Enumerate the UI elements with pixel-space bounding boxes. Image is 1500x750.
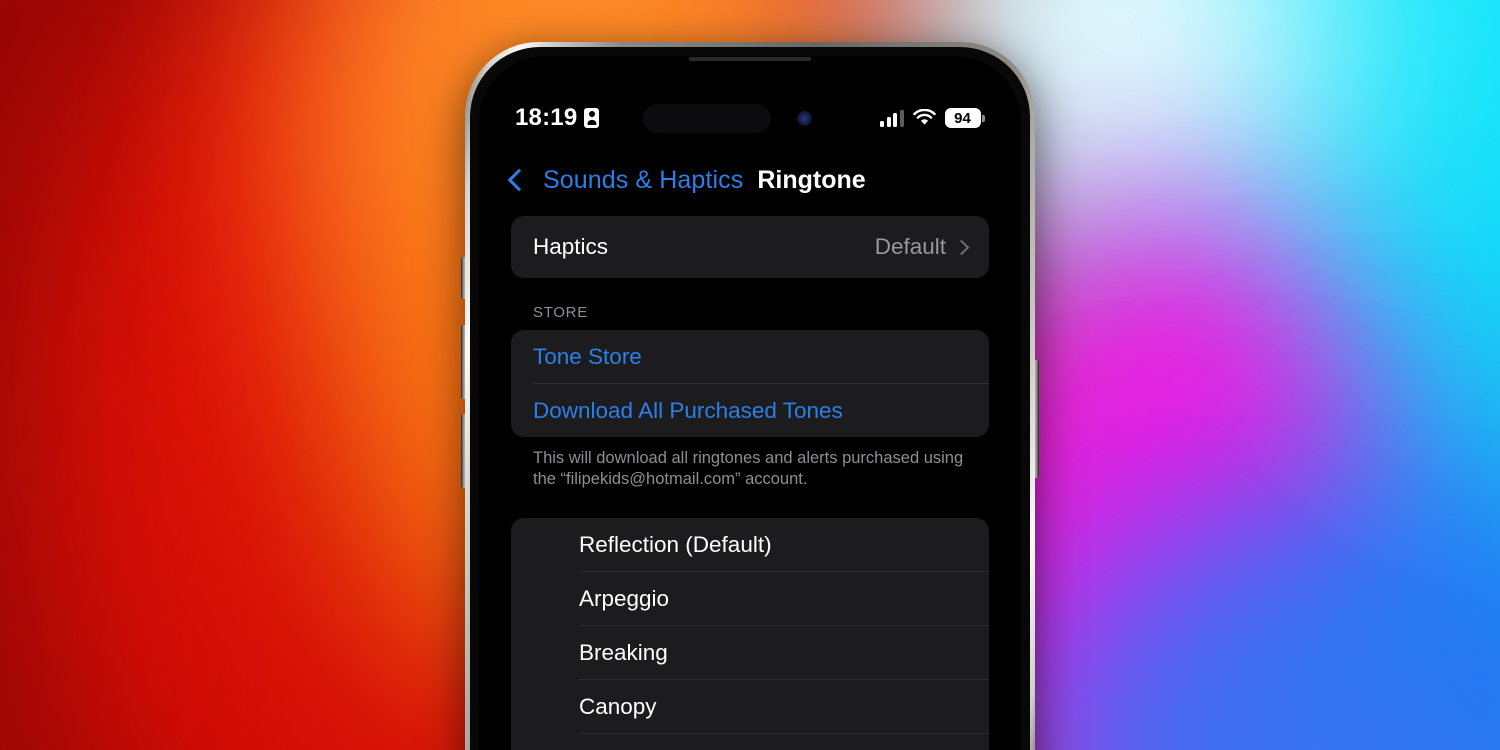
haptics-value-group: Default (874, 234, 970, 260)
chevron-left-icon[interactable] (507, 168, 531, 192)
download-purchased-tones-row[interactable]: Download All Purchased Tones (511, 384, 989, 437)
tone-label: Canopy (579, 693, 657, 719)
back-button-label[interactable]: Sounds & Haptics (543, 166, 743, 195)
status-bar: 18:19 94 (479, 96, 1021, 140)
tone-store-row[interactable]: Tone Store (511, 330, 989, 383)
wallpaper-blob-blue (1200, 470, 1500, 750)
haptics-label: Haptics (533, 234, 609, 259)
wallpaper-blob-blue-2 (1080, 640, 1500, 750)
store-footnote: This will download all ringtones and ale… (533, 449, 964, 488)
device-bezel: 18:19 94 Sounds & Haptics Ringtone Hapti… (470, 47, 1030, 750)
navigation-bar: Sounds & Haptics Ringtone (479, 156, 1021, 204)
list-item[interactable]: Arpeggio (511, 572, 989, 625)
portrait-lock-icon (584, 108, 600, 128)
status-bar-time: 18:19 (515, 104, 578, 131)
page-title: Ringtone (757, 165, 866, 194)
device-frame: 18:19 94 Sounds & Haptics Ringtone Hapti… (465, 42, 1035, 750)
wallpaper-blob-magenta-2 (1005, 430, 1305, 750)
chevron-right-icon (953, 239, 970, 255)
screenshot-root: 18:19 94 Sounds & Haptics Ringtone Hapti… (0, 0, 1500, 750)
store-card: Tone Store Download All Purchased Tones (511, 330, 989, 437)
earpiece-speaker (689, 57, 811, 61)
tone-label: Reflection (Default) (579, 531, 772, 557)
store-section-header: STORE (533, 304, 588, 321)
wallpaper-blob-cyan (1000, 0, 1500, 550)
wifi-icon (912, 109, 936, 125)
status-bar-right: 94 (880, 108, 985, 128)
download-purchased-tones-label: Download All Purchased Tones (533, 397, 843, 423)
battery-indicator: 94 (944, 108, 985, 128)
tone-label: Arpeggio (579, 585, 670, 611)
haptics-value: Default (874, 234, 946, 259)
list-item[interactable]: Chalet (511, 734, 989, 750)
battery-cap (982, 114, 985, 122)
haptics-card: Haptics Default (511, 216, 989, 278)
wallpaper-blob-violet (1020, 520, 1470, 750)
iphone-device: 18:19 94 Sounds & Haptics Ringtone Hapti… (461, 42, 1039, 750)
list-item[interactable]: Canopy (511, 680, 989, 733)
ringtone-list-card: Reflection (Default) Arpeggio Breaking C… (511, 518, 989, 750)
tone-store-label: Tone Store (533, 343, 642, 369)
settings-content: Haptics Default STORE Tone Store Downloa… (479, 216, 1021, 750)
device-screen: 18:19 94 Sounds & Haptics Ringtone Hapti… (479, 56, 1021, 750)
list-item[interactable]: Breaking (511, 626, 989, 679)
wallpaper-blob-cyan-2 (1130, 210, 1500, 750)
status-bar-left: 18:19 (515, 104, 600, 132)
cellular-signal-icon (880, 109, 904, 127)
list-item[interactable]: Reflection (Default) (511, 518, 989, 571)
haptics-row[interactable]: Haptics Default (511, 216, 989, 278)
battery-percent-label: 94 (944, 108, 981, 128)
tone-label: Breaking (579, 639, 668, 665)
